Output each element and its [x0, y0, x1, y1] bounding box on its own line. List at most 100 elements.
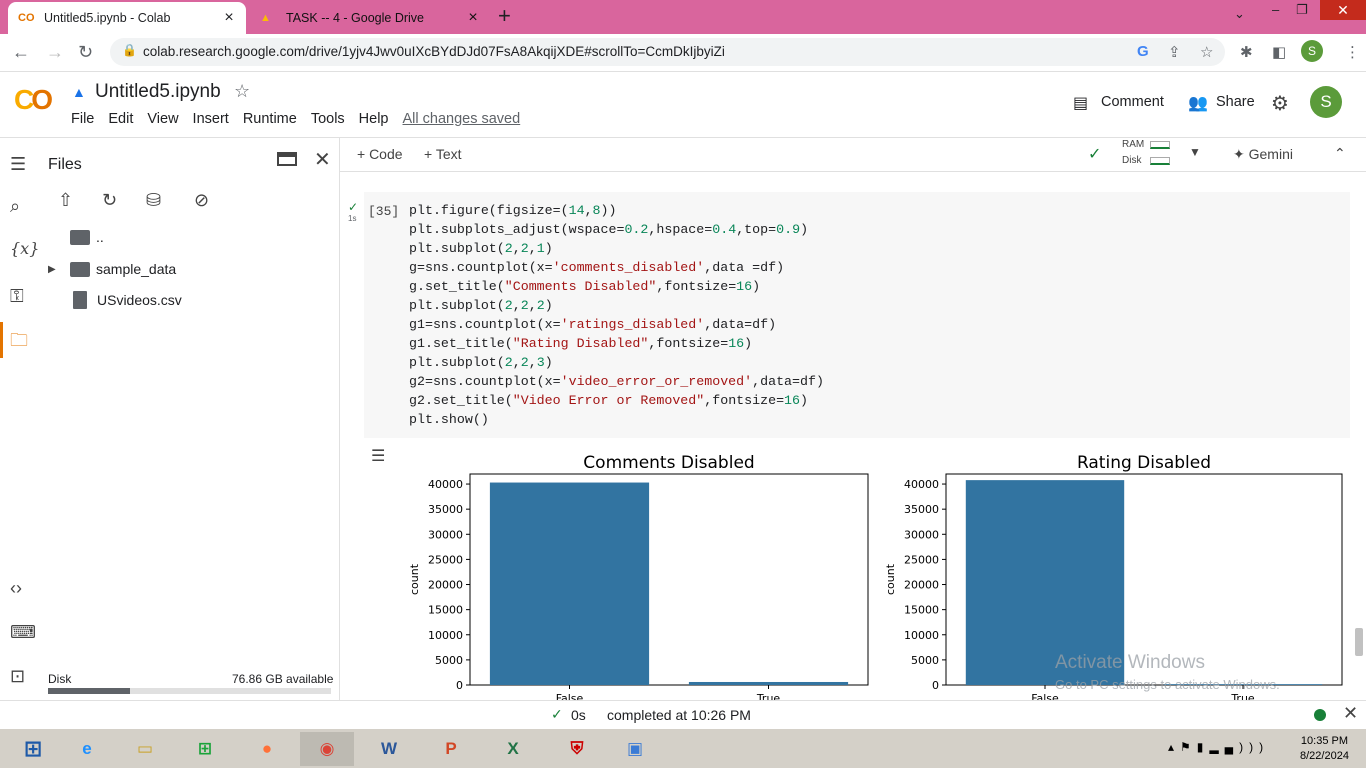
avatar[interactable]: S: [1310, 86, 1342, 118]
menu-view[interactable]: View: [147, 111, 178, 127]
system-tray-icons[interactable]: ▴⚑▮▂▄))): [1168, 740, 1269, 754]
code-line[interactable]: plt.subplots_adjust(wspace=0.2,hspace=0.…: [409, 220, 824, 239]
maximize-panel-icon[interactable]: [277, 152, 297, 166]
close-window-button[interactable]: ✕: [1320, 0, 1366, 20]
add-code-button[interactable]: + Code: [357, 146, 403, 162]
google-translate-icon[interactable]: G: [1137, 43, 1149, 60]
back-icon[interactable]: ←: [12, 42, 30, 63]
settings-gear-icon[interactable]: ⚙: [1271, 91, 1289, 116]
disk-meter-label[interactable]: Disk: [1122, 155, 1141, 166]
gemini-button[interactable]: ✦ Gemini: [1233, 146, 1293, 163]
code-line[interactable]: g=sns.countplot(x='comments_disabled',da…: [409, 258, 824, 277]
code-line[interactable]: plt.subplot(2,2,3): [409, 353, 824, 372]
variables-icon[interactable]: {x}: [10, 239, 39, 258]
windows-start-icon[interactable]: ⊞: [6, 732, 60, 766]
powerpoint-icon[interactable]: P: [424, 732, 478, 766]
comment-icon[interactable]: ▤: [1073, 93, 1088, 113]
new-tab-button[interactable]: +: [498, 3, 511, 29]
file-row-usvideos[interactable]: USvideos.csv: [70, 291, 182, 309]
browser-tab-drive[interactable]: ▲ TASK -- 4 - Google Drive ×: [250, 2, 490, 34]
taskbar-clock[interactable]: 10:35 PM 8/22/2024: [1300, 734, 1349, 764]
close-tab-icon[interactable]: ×: [466, 9, 480, 27]
colab-logo[interactable]: CO: [14, 84, 53, 116]
code-line[interactable]: plt.subplot(2,2,1): [409, 239, 824, 258]
ram-label[interactable]: RAM: [1122, 139, 1144, 150]
store-icon[interactable]: ⊞: [178, 732, 232, 766]
url-text[interactable]: colab.research.google.com/drive/1yjv4Jwv…: [143, 44, 725, 59]
expand-caret-icon[interactable]: ▶: [48, 264, 70, 275]
tab-search-chevron-icon[interactable]: ⌄: [1234, 6, 1245, 22]
command-palette-icon[interactable]: ⌨: [10, 622, 36, 643]
excel-icon[interactable]: X: [486, 732, 540, 766]
runtime-dropdown-icon[interactable]: ▼: [1189, 145, 1201, 159]
hide-hidden-files-icon[interactable]: ⊘: [194, 190, 209, 211]
code-line[interactable]: g.set_title("Comments Disabled",fontsize…: [409, 277, 824, 296]
code-line[interactable]: plt.subplot(2,2,2): [409, 296, 824, 315]
extensions-icon[interactable]: ✱: [1240, 43, 1253, 61]
menu-insert[interactable]: Insert: [193, 111, 229, 127]
code-line[interactable]: plt.figure(figsize=(14,8)): [409, 201, 824, 220]
firefox-icon[interactable]: ●: [240, 732, 294, 766]
file-row-sample-data[interactable]: ▶ sample_data: [48, 261, 176, 277]
reload-icon[interactable]: ↻: [78, 42, 93, 63]
forward-icon[interactable]: →: [46, 42, 64, 63]
table-of-contents-icon[interactable]: ☰: [10, 154, 26, 175]
file-explorer-icon[interactable]: ▭: [118, 732, 172, 766]
share-people-icon[interactable]: 👥: [1188, 93, 1208, 113]
shield-app-icon[interactable]: ⛨: [550, 732, 604, 766]
file-row-parent[interactable]: ..: [70, 229, 104, 245]
menu-help[interactable]: Help: [359, 111, 389, 127]
close-panel-icon[interactable]: ✕: [314, 147, 331, 172]
minimize-icon[interactable]: –: [1272, 2, 1279, 17]
refresh-icon[interactable]: ↻: [102, 190, 117, 211]
y-tick-label: 10000: [904, 629, 939, 642]
close-tab-icon[interactable]: ×: [222, 9, 236, 27]
files-folder-icon[interactable]: 🗀: [10, 328, 28, 358]
photos-icon[interactable]: ▣: [608, 732, 662, 766]
code-editor[interactable]: plt.figure(figsize=(14,8)) plt.subplots_a…: [409, 201, 824, 429]
search-icon[interactable]: ⌕: [10, 196, 20, 217]
chrome-icon[interactable]: ◉: [300, 732, 354, 766]
upload-file-icon[interactable]: ⇧: [58, 190, 73, 211]
save-status[interactable]: All changes saved: [403, 111, 521, 127]
internet-explorer-icon[interactable]: e: [60, 732, 114, 766]
browser-profile-avatar[interactable]: S: [1301, 40, 1323, 62]
code-snippets-icon[interactable]: ‹›: [10, 578, 22, 599]
side-panel-icon[interactable]: ◧: [1272, 43, 1286, 61]
browser-tab-colab[interactable]: CO Untitled5.ipynb - Colab ×: [8, 2, 246, 34]
lock-icon[interactable]: 🔒: [122, 43, 137, 57]
code-line[interactable]: g2.set_title("Video Error or Removed",fo…: [409, 391, 824, 410]
connected-check-icon[interactable]: ✓: [1088, 144, 1101, 164]
output-actions-icon[interactable]: ☰: [371, 446, 385, 466]
share-button[interactable]: Share: [1216, 94, 1255, 110]
menu-tools[interactable]: Tools: [311, 111, 345, 127]
collapse-header-icon[interactable]: ⌃: [1334, 145, 1346, 162]
notebook-scrollbar[interactable]: [1355, 628, 1363, 656]
restore-icon[interactable]: ❐: [1296, 2, 1308, 18]
bookmark-star-icon[interactable]: ☆: [1200, 43, 1213, 61]
word-icon[interactable]: W: [362, 732, 416, 766]
execution-count[interactable]: [35]: [368, 204, 399, 219]
mount-drive-icon[interactable]: ⛁: [146, 190, 161, 211]
close-status-icon[interactable]: ✕: [1343, 703, 1358, 724]
comment-button[interactable]: Comment: [1101, 94, 1164, 110]
file-name: ..: [96, 229, 104, 245]
secrets-key-icon[interactable]: ⚿: [10, 286, 24, 307]
code-line[interactable]: g1.set_title("Rating Disabled",fontsize=…: [409, 334, 824, 353]
disk-meter[interactable]: [1150, 157, 1170, 165]
share-page-icon[interactable]: ⇪: [1168, 43, 1181, 61]
menu-edit[interactable]: Edit: [108, 111, 133, 127]
browser-menu-icon[interactable]: ⋮: [1345, 43, 1360, 61]
ram-meter[interactable]: [1150, 141, 1170, 149]
menu-runtime[interactable]: Runtime: [243, 111, 297, 127]
status-completed[interactable]: completed at 10:26 PM: [607, 707, 751, 723]
menu-file[interactable]: File: [71, 111, 94, 127]
code-line[interactable]: plt.show(): [409, 410, 824, 429]
code-line[interactable]: g2=sns.countplot(x='video_error_or_remov…: [409, 372, 824, 391]
notebook-title[interactable]: Untitled5.ipynb: [95, 81, 221, 103]
code-line[interactable]: g1=sns.countplot(x='ratings_disabled',da…: [409, 315, 824, 334]
terminal-icon[interactable]: ⊡: [10, 666, 25, 687]
star-icon[interactable]: ☆: [234, 81, 250, 102]
drive-icon[interactable]: ▲: [72, 84, 86, 100]
add-text-button[interactable]: + Text: [424, 146, 462, 162]
